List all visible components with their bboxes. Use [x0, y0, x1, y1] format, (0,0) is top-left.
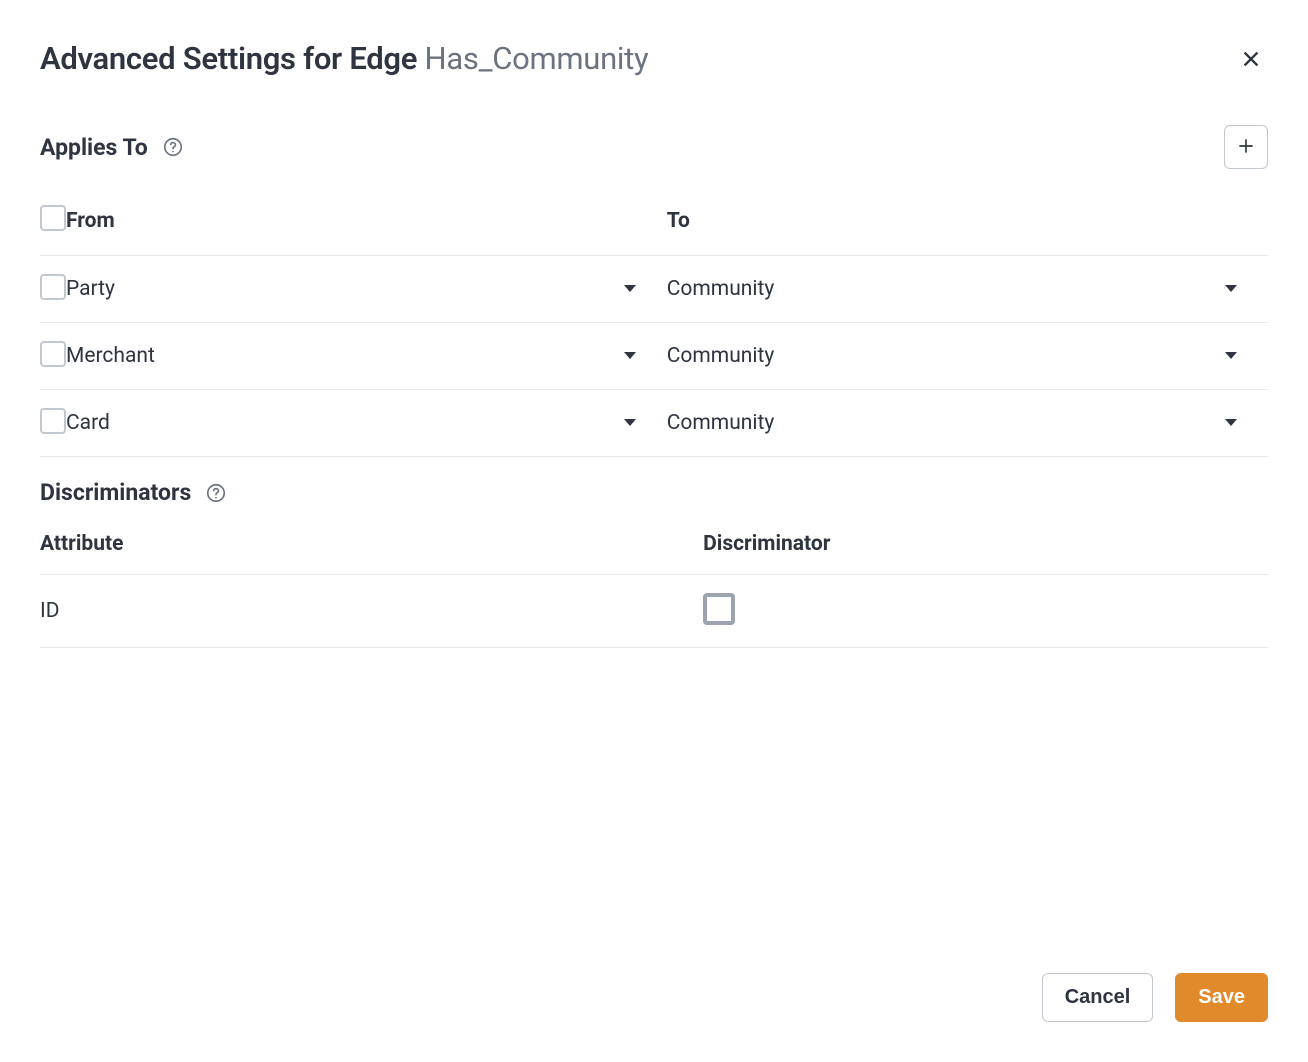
from-select[interactable]: Merchant: [66, 344, 667, 368]
chevron-down-icon: [1224, 351, 1238, 361]
cancel-button[interactable]: Cancel: [1042, 973, 1154, 1022]
column-header-attribute: Attribute: [40, 514, 703, 575]
close-icon: [1240, 58, 1262, 73]
table-row: ID: [40, 575, 1268, 648]
discriminators-section-header: Discriminators: [40, 479, 1268, 506]
applies-to-section-header: Applies To: [40, 125, 1268, 169]
row-checkbox[interactable]: [40, 341, 66, 367]
applies-to-title: Applies To: [40, 134, 148, 161]
add-row-button[interactable]: [1224, 125, 1268, 169]
chevron-down-icon: [1224, 284, 1238, 294]
chevron-down-icon: [1224, 418, 1238, 428]
from-select[interactable]: Party: [66, 277, 667, 301]
attribute-value: ID: [40, 599, 60, 623]
to-select[interactable]: Community: [667, 277, 1268, 301]
to-value: Community: [667, 344, 775, 368]
applies-to-header-row: From To: [40, 187, 1268, 256]
to-value: Community: [667, 411, 775, 435]
discriminators-title: Discriminators: [40, 479, 191, 506]
applies-to-title-wrap: Applies To: [40, 134, 184, 161]
to-value: Community: [667, 277, 775, 301]
row-checkbox[interactable]: [40, 274, 66, 300]
chevron-down-icon: [623, 351, 637, 361]
close-button[interactable]: [1234, 42, 1268, 76]
discriminators-header-row: Attribute Discriminator: [40, 514, 1268, 575]
from-select[interactable]: Card: [66, 411, 667, 435]
column-header-from: From: [66, 187, 667, 256]
from-value: Card: [66, 411, 110, 435]
table-row: Party Community: [40, 256, 1268, 323]
help-icon[interactable]: [205, 482, 227, 504]
dialog-title-edge-name: Has_Community: [425, 40, 649, 77]
discriminators-table: Attribute Discriminator ID: [40, 514, 1268, 648]
applies-to-table: From To Party Community: [40, 187, 1268, 457]
chevron-down-icon: [623, 418, 637, 428]
column-header-to: To: [667, 187, 1268, 256]
dialog-title-prefix: Advanced Settings for Edge: [40, 40, 425, 77]
to-select[interactable]: Community: [667, 411, 1268, 435]
row-checkbox[interactable]: [40, 408, 66, 434]
help-icon[interactable]: [162, 136, 184, 158]
to-select[interactable]: Community: [667, 344, 1268, 368]
chevron-down-icon: [623, 284, 637, 294]
from-value: Party: [66, 277, 115, 301]
table-row: Card Community: [40, 390, 1268, 457]
discriminators-title-wrap: Discriminators: [40, 479, 227, 506]
plus-icon: [1236, 136, 1256, 159]
discriminator-checkbox[interactable]: [703, 593, 735, 625]
column-header-discriminator: Discriminator: [703, 514, 1268, 575]
select-all-checkbox[interactable]: [40, 205, 66, 231]
from-value: Merchant: [66, 344, 155, 368]
save-button[interactable]: Save: [1175, 973, 1268, 1022]
advanced-settings-dialog: Advanced Settings for Edge Has_Community…: [0, 0, 1308, 1062]
table-row: Merchant Community: [40, 323, 1268, 390]
dialog-header: Advanced Settings for Edge Has_Community: [40, 40, 1268, 77]
dialog-footer: Cancel Save: [1042, 973, 1268, 1022]
dialog-title: Advanced Settings for Edge Has_Community: [40, 40, 648, 77]
